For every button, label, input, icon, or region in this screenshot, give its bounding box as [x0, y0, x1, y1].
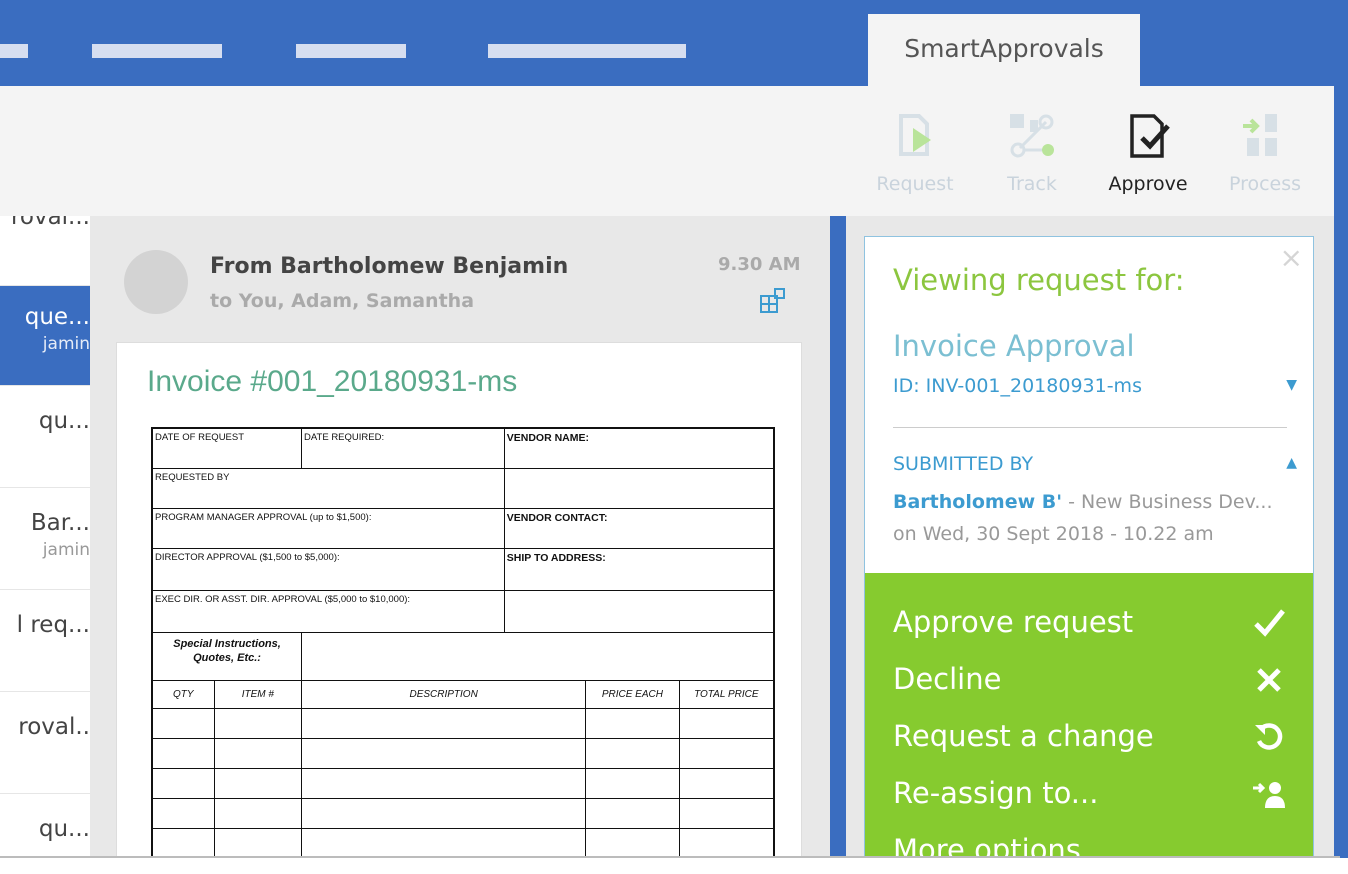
column-header: PRICE EACH — [586, 681, 680, 708]
form-blank — [505, 591, 773, 632]
submitter-name[interactable]: Bartholomew B' — [893, 491, 1062, 513]
submitter-dept: - New Business Dev... — [1062, 491, 1273, 513]
process-button[interactable]: Process — [1210, 106, 1320, 206]
request-card: × Viewing request for: Invoice Approval … — [864, 236, 1314, 874]
form-label: SHIP TO ADDRESS: — [506, 552, 606, 564]
track-label: Track — [1007, 173, 1057, 195]
divider — [893, 427, 1287, 428]
document-title: Invoice #001_20180931-ms — [147, 365, 518, 398]
form-blank — [302, 633, 773, 680]
invoice-form: DATE OF REQUEST DATE REQUIRED: VENDOR NA… — [151, 427, 775, 861]
form-label: DATE OF REQUEST — [153, 429, 303, 468]
submitter-info: Bartholomew B' - New Business Dev... — [893, 491, 1273, 513]
action-label: Approve request — [893, 605, 1134, 639]
workflow-track-icon — [1010, 114, 1054, 158]
tab-placeholder[interactable] — [92, 44, 222, 58]
tab-smartapprovals[interactable]: SmartApprovals — [868, 14, 1140, 88]
top-bar: SmartApprovals — [0, 0, 1348, 88]
submitted-date: on Wed, 30 Sept 2018 - 10.22 am — [893, 523, 1214, 545]
check-icon — [1254, 609, 1285, 637]
submitted-by-heading: SUBMITTED BY — [893, 453, 1034, 475]
list-item[interactable]: roval.. — [0, 692, 90, 794]
window-edge — [1334, 86, 1348, 858]
send-document-icon — [899, 114, 931, 156]
form-label: EXEC DIR. OR ASST. DIR. APPROVAL ($5,000… — [153, 591, 505, 632]
sender-name: From Bartholomew Benjamin — [210, 254, 569, 279]
reassign-user-icon — [1253, 782, 1285, 808]
request-change-button[interactable]: Request a change — [865, 711, 1313, 765]
approval-side-panel: × Viewing request for: Invoice Approval … — [846, 216, 1334, 874]
form-label: Special Instructions, Quotes, Etc.: — [153, 633, 303, 680]
close-icon — [1257, 668, 1281, 692]
viewing-heading: Viewing request for: — [893, 263, 1185, 297]
tab-placeholder[interactable] — [0, 44, 28, 58]
list-item[interactable]: que... jamin — [0, 286, 90, 386]
form-label: DIRECTOR APPROVAL ($1,500 to $5,000): — [153, 549, 505, 590]
undo-icon — [1255, 723, 1283, 750]
form-label: PROGRAM MANAGER APPROVAL (up to $1,500): — [153, 509, 505, 548]
action-label: Decline — [893, 662, 1002, 696]
form-label: DATE REQUIRED: — [302, 429, 505, 468]
open-window-icon[interactable] — [758, 286, 788, 316]
approve-document-icon — [1130, 114, 1170, 158]
caret-down-icon[interactable]: ▼ — [1286, 377, 1297, 393]
approve-button[interactable]: Approve — [1093, 106, 1203, 206]
column-header: TOTAL PRICE — [694, 689, 759, 700]
request-type: Invoice Approval — [893, 329, 1135, 363]
ribbon-toolbar: Request Track Approve Process — [0, 86, 1334, 216]
list-item[interactable]: qu... — [0, 386, 90, 488]
tab-placeholder[interactable] — [296, 44, 406, 58]
recipients: to You, Adam, Samantha — [210, 290, 475, 312]
bottom-strip — [0, 858, 1348, 874]
column-header: ITEM # — [215, 681, 303, 708]
decline-button[interactable]: Decline — [865, 654, 1313, 708]
form-blank — [505, 469, 773, 508]
action-list: Approve request Decline Request a change… — [865, 573, 1313, 874]
reading-pane: From Bartholomew Benjamin to You, Adam, … — [90, 216, 830, 874]
reassign-button[interactable]: Re-assign to... — [865, 768, 1313, 822]
approve-request-button[interactable]: Approve request — [865, 597, 1313, 651]
request-label: Request — [876, 173, 954, 195]
message-time: 9.30 AM — [718, 254, 801, 275]
column-header: DESCRIPTION — [302, 681, 587, 708]
process-label: Process — [1228, 173, 1302, 195]
form-label: VENDOR NAME: — [506, 432, 589, 444]
request-button[interactable]: Request — [860, 106, 970, 206]
action-label: Re-assign to... — [893, 776, 1099, 810]
invoice-document: Invoice #001_20180931-ms DATE OF REQUEST… — [116, 342, 802, 874]
list-item[interactable]: roval... — [0, 216, 90, 286]
form-label: VENDOR CONTACT: — [506, 512, 608, 524]
form-label: REQUESTED BY — [153, 469, 505, 508]
list-item[interactable]: l req... — [0, 590, 90, 692]
action-label: Request a change — [893, 719, 1154, 753]
approve-label: Approve — [1108, 173, 1188, 195]
avatar — [124, 250, 188, 314]
tab-placeholder[interactable] — [488, 44, 686, 58]
request-id: ID: INV-001_20180931-ms — [893, 375, 1142, 397]
close-icon[interactable]: × — [1280, 241, 1303, 274]
column-header: QTY — [153, 681, 215, 708]
message-list: roval... que... jamin qu... Bar... jamin… — [0, 216, 90, 874]
process-icon — [1243, 114, 1277, 156]
caret-up-icon[interactable]: ▲ — [1286, 455, 1297, 471]
track-button[interactable]: Track — [977, 106, 1087, 206]
list-item[interactable]: Bar... jamin — [0, 488, 90, 590]
